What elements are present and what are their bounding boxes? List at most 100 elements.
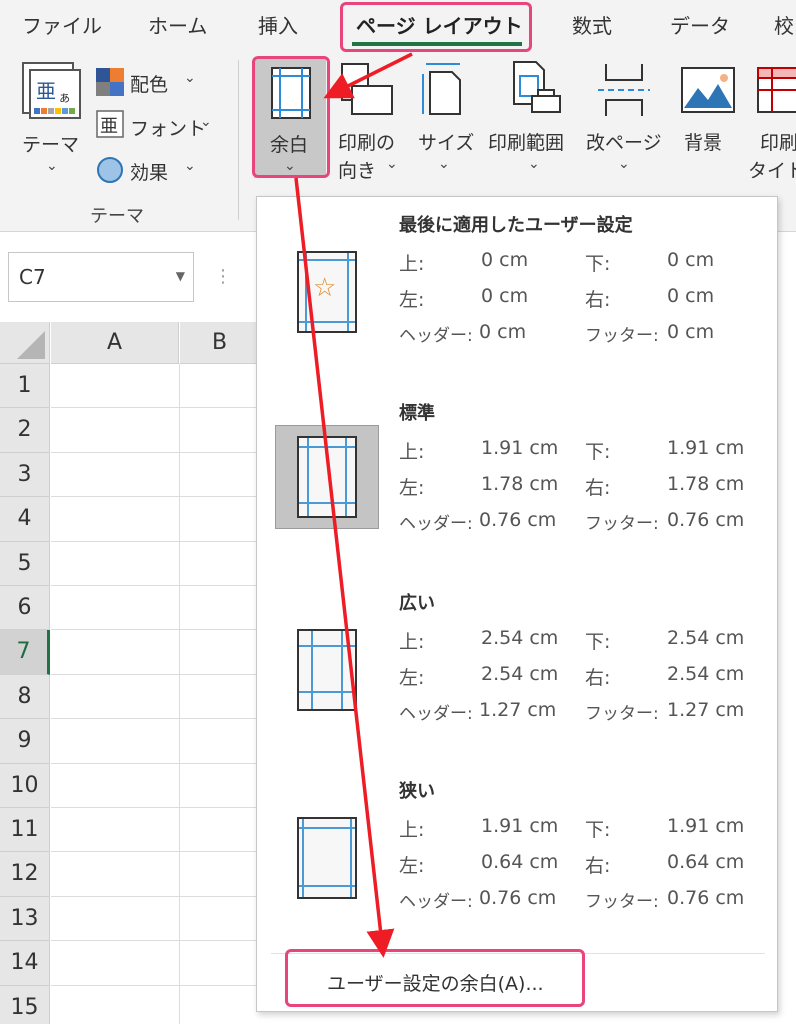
top-value: 2.54 cm <box>481 627 559 649</box>
row-header-13[interactable]: 13 <box>0 896 50 942</box>
page-layout-tab-highlight <box>340 2 532 52</box>
margin-guide <box>347 253 349 331</box>
margin-guide <box>345 438 347 516</box>
tab-home[interactable]: ホーム <box>148 8 207 44</box>
chevron-down-icon[interactable]: ▼ <box>176 269 185 283</box>
row-header-14[interactable]: 14 <box>0 941 50 986</box>
theme-group-label: テーマ <box>90 206 144 227</box>
row-header-6[interactable]: 6 <box>0 586 50 631</box>
bottom-value: 0 cm <box>667 249 715 271</box>
table-row[interactable] <box>51 808 260 853</box>
background-image-icon <box>681 67 735 113</box>
row-header-5[interactable]: 5 <box>0 541 50 586</box>
row-header-10[interactable]: 10 <box>0 763 50 808</box>
option-title: 広い <box>399 593 435 614</box>
bottom-label: 下: <box>585 441 611 463</box>
row-header-12[interactable]: 12 <box>0 852 50 897</box>
margin-guide <box>299 502 355 504</box>
footer-value: 0 cm <box>667 321 715 343</box>
footer-label: フッター: <box>585 326 659 346</box>
print-titles-label-2: タイト <box>748 160 796 182</box>
tab-review[interactable]: 校 <box>774 8 794 44</box>
name-box[interactable]: C7 ▼ <box>8 252 194 302</box>
left-label: 左: <box>399 667 425 689</box>
right-value: 0.64 cm <box>667 851 745 873</box>
select-all-corner[interactable] <box>0 322 50 364</box>
svg-text:亜: 亜 <box>36 79 56 103</box>
tab-data[interactable]: データ <box>670 8 730 44</box>
margin-option-narrow[interactable]: 狭い 上: 1.91 cm 下: 1.91 cm 左: 0.64 cm 右: 0… <box>257 763 779 951</box>
footer-label: フッター: <box>585 704 659 724</box>
left-label: 左: <box>399 477 425 499</box>
table-row[interactable] <box>51 630 260 675</box>
row-header-3[interactable]: 3 <box>0 452 50 498</box>
chevron-down-icon: ⌄ <box>386 156 398 172</box>
row-header-7[interactable]: 7 <box>0 630 50 675</box>
top-value: 1.91 cm <box>481 437 559 459</box>
bottom-label: 下: <box>585 819 611 841</box>
print-area-label: 印刷範囲 <box>488 132 565 154</box>
margin-guide <box>299 691 355 693</box>
custom-margins-highlight <box>285 949 585 1007</box>
table-row[interactable] <box>51 852 260 897</box>
table-row[interactable] <box>51 586 260 631</box>
table-row[interactable] <box>51 675 260 720</box>
size-label: サイズ <box>418 132 475 154</box>
tab-insert[interactable]: 挿入 <box>258 8 298 44</box>
header-label: ヘッダー: <box>399 892 473 912</box>
formula-bar-grip-icon: ⋮ <box>214 266 232 287</box>
row-header-4[interactable]: 4 <box>0 497 50 542</box>
formula-bar-area: C7 ▼ ⋮ <box>0 232 260 322</box>
star-icon: ☆ <box>313 273 337 303</box>
table-row[interactable] <box>51 986 260 1024</box>
bottom-label: 下: <box>585 253 611 275</box>
margin-guide <box>307 438 309 516</box>
row-header-9[interactable]: 9 <box>0 719 50 764</box>
orientation-label-2: 向き <box>338 160 377 182</box>
themes-label: テーマ <box>22 134 80 156</box>
footer-label: フッター: <box>585 892 659 912</box>
chevron-down-icon: ⌄ <box>46 158 58 174</box>
chevron-down-icon: ⌄ <box>528 156 540 172</box>
tab-formulas[interactable]: 数式 <box>572 8 612 44</box>
row-header-15[interactable]: 15 <box>0 985 50 1024</box>
row-header-8[interactable]: 8 <box>0 674 50 720</box>
column-header-b[interactable]: B <box>180 322 260 364</box>
row-header-1[interactable]: 1 <box>0 364 50 409</box>
worksheet-grid[interactable]: A B 1 2 3 4 5 6 7 8 9 10 11 12 13 14 15 <box>0 322 260 1024</box>
footer-value: 0.76 cm <box>667 509 745 531</box>
ribbon-tab-bar: ファイル ホーム 挿入 ページ レイアウト 数式 データ 校 <box>0 0 796 52</box>
chevron-down-icon: ⌄ <box>200 114 212 130</box>
top-label: 上: <box>399 253 425 275</box>
table-row[interactable] <box>51 364 260 409</box>
margin-guide <box>299 321 355 323</box>
margin-preview-thumbnail: ☆ <box>297 251 357 333</box>
tab-file[interactable]: ファイル <box>22 8 102 44</box>
group-separator <box>238 60 239 220</box>
table-row[interactable] <box>51 408 260 453</box>
table-row[interactable] <box>51 453 260 498</box>
margin-option-normal[interactable]: 標準 上: 1.91 cm 下: 1.91 cm 左: 1.78 cm 右: 1… <box>257 385 779 573</box>
orientation-icon <box>341 63 393 115</box>
right-value: 0 cm <box>667 285 715 307</box>
table-row[interactable] <box>51 941 260 986</box>
footer-value: 1.27 cm <box>667 699 745 721</box>
page-break-icon <box>598 64 650 116</box>
table-row[interactable] <box>51 764 260 808</box>
margin-guide <box>341 631 343 709</box>
footer-value: 0.76 cm <box>667 887 745 909</box>
left-label: 左: <box>399 855 425 877</box>
table-row[interactable] <box>51 719 260 764</box>
svg-text:ぁ: ぁ <box>58 91 71 106</box>
header-value: 1.27 cm <box>479 699 557 721</box>
column-header-a[interactable]: A <box>51 322 179 364</box>
row-header-11[interactable]: 11 <box>0 808 50 853</box>
margin-option-last-custom[interactable]: 最後に適用したユーザー設定 ☆ 上: 0 cm 下: 0 cm 左: 0 cm … <box>257 197 779 385</box>
margin-preview-thumbnail <box>297 436 357 518</box>
margin-option-wide[interactable]: 広い 上: 2.54 cm 下: 2.54 cm 左: 2.54 cm 右: 2… <box>257 575 779 763</box>
table-row[interactable] <box>51 897 260 942</box>
table-row[interactable] <box>51 497 260 542</box>
row-header-2[interactable]: 2 <box>0 408 50 453</box>
effects-label: 効果 <box>130 162 169 184</box>
table-row[interactable] <box>51 542 260 586</box>
